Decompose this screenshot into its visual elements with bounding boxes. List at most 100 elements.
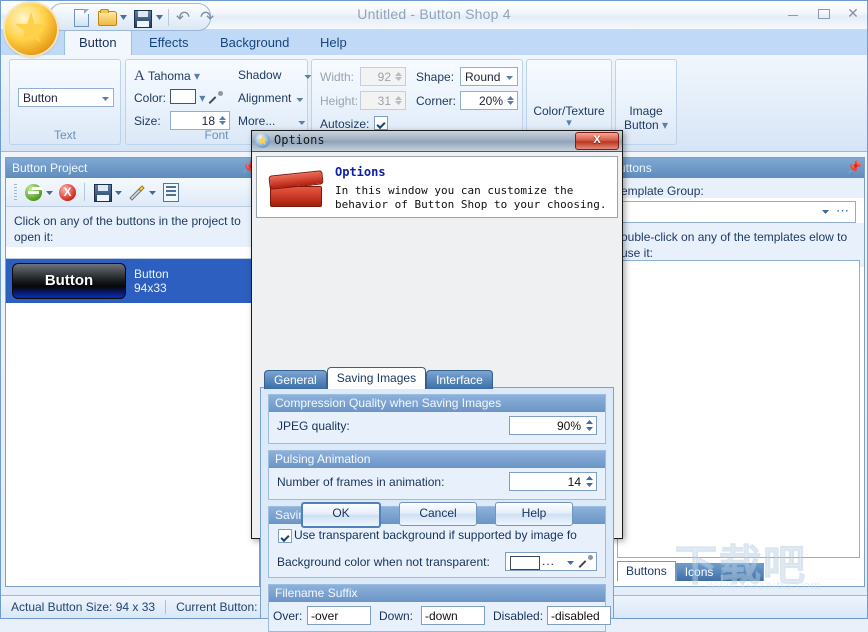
- width-spinner[interactable]: 92: [360, 67, 406, 86]
- shadow-dropdown[interactable]: Shadow: [238, 68, 312, 82]
- font-name-control[interactable]: A Tahoma ▾: [134, 68, 200, 85]
- ribbon-group-text: Button Text: [9, 59, 121, 145]
- minimize-button[interactable]: [785, 6, 801, 20]
- spinner-up-icon[interactable]: [507, 96, 514, 100]
- dialog-close-button[interactable]: X: [575, 132, 619, 150]
- save-project-icon[interactable]: [92, 182, 112, 202]
- shape-combo[interactable]: Round: [460, 67, 518, 86]
- add-dropdown-arrow-icon[interactable]: [46, 182, 54, 202]
- dialog-app-icon: [255, 133, 270, 148]
- dialog-tab-interface[interactable]: Interface: [426, 370, 493, 389]
- over-label: Over:: [273, 609, 303, 623]
- jpeg-quality-spinner[interactable]: 90%: [509, 416, 597, 435]
- tab-effects[interactable]: Effects: [135, 30, 203, 55]
- delete-button-icon[interactable]: X: [57, 182, 77, 202]
- disabled-suffix-input[interactable]: -disabled: [547, 606, 611, 625]
- dialog-tab-saving-images[interactable]: Saving Images: [326, 367, 427, 389]
- jpeg-quality-value: 90%: [556, 419, 581, 433]
- save-dropdown-arrow-icon[interactable]: [115, 182, 123, 202]
- spinner-up-icon[interactable]: [586, 420, 593, 424]
- add-button-icon[interactable]: [23, 182, 43, 202]
- width-value: 92: [377, 70, 391, 84]
- template-group-combo[interactable]: ⋯: [621, 201, 856, 223]
- shape-value: Round: [465, 70, 501, 84]
- tab-background[interactable]: Background: [206, 30, 303, 55]
- right-panel-title-bar: uttons 📌: [613, 158, 864, 178]
- application-orb-button[interactable]: [5, 3, 57, 55]
- open-folder-icon[interactable]: [98, 8, 117, 26]
- eyedropper-icon[interactable]: [209, 91, 223, 105]
- font-color-swatch-control[interactable]: ▾: [170, 89, 223, 105]
- over-suffix-input[interactable]: -over: [307, 606, 371, 625]
- maximize-button[interactable]: [815, 6, 831, 20]
- tab-icons[interactable]: Icons: [675, 563, 723, 581]
- status-actual-size: Actual Button Size: 94 x 33: [11, 600, 156, 614]
- redo-icon[interactable]: ↷: [198, 9, 216, 26]
- wand-dropdown-arrow-icon[interactable]: [149, 182, 157, 202]
- properties-list-icon[interactable]: [160, 182, 180, 202]
- template-group-label: emplate Group:: [613, 178, 864, 198]
- button-text-combo[interactable]: Button: [18, 88, 114, 107]
- toolbar-grip[interactable]: [14, 184, 17, 200]
- autosize-checkbox[interactable]: [374, 116, 388, 130]
- group-compression-quality: Compression Quality when Saving Images J…: [268, 394, 606, 444]
- open-dropdown-arrow-icon[interactable]: [120, 15, 127, 20]
- dialog-tab-general[interactable]: General: [264, 370, 327, 389]
- close-button[interactable]: ✕: [845, 6, 861, 20]
- star-icon: [14, 12, 48, 43]
- transparent-background-label: Use transparent background if supported …: [294, 528, 577, 542]
- color-swatch: [170, 89, 196, 104]
- tab-help[interactable]: Help: [306, 30, 361, 55]
- spinner-up-icon[interactable]: [219, 116, 226, 120]
- spinner-down-icon[interactable]: [586, 427, 593, 431]
- options-dialog: Options X Options In this window you can…: [251, 130, 623, 632]
- more-dropdown[interactable]: More...: [238, 114, 306, 128]
- spinner-down-icon[interactable]: [395, 77, 402, 81]
- cancel-button[interactable]: Cancel: [399, 502, 477, 526]
- height-value: 31: [377, 94, 391, 108]
- more-label: More...: [238, 114, 276, 128]
- down-suffix-input[interactable]: -down: [421, 606, 485, 625]
- height-spinner[interactable]: 31: [360, 91, 406, 110]
- button-project-list[interactable]: Button Button 94x33: [6, 258, 259, 586]
- chevron-down-icon: [506, 76, 513, 80]
- corner-spinner[interactable]: 20%: [460, 91, 518, 110]
- left-panel-title-bar: Button Project 📌: [6, 158, 259, 178]
- height-label: Height:: [320, 94, 359, 108]
- spinner-down-icon[interactable]: [586, 483, 593, 487]
- undo-icon[interactable]: ↶: [174, 9, 192, 26]
- chevron-down-icon[interactable]: [567, 561, 574, 565]
- frames-value: 14: [567, 475, 581, 489]
- color-swatch: [510, 556, 540, 570]
- image-button-button[interactable]: Image Button ▾: [615, 59, 677, 145]
- frames-spinner[interactable]: 14: [509, 472, 597, 491]
- background-color-picker[interactable]: ...: [505, 552, 597, 571]
- spinner-up-icon[interactable]: [586, 476, 593, 480]
- dialog-title: Options: [274, 133, 325, 147]
- spinner-up-icon[interactable]: [395, 72, 402, 76]
- spinner-down-icon[interactable]: [507, 101, 514, 105]
- tab-buttons[interactable]: Buttons: [617, 561, 676, 581]
- template-list[interactable]: [617, 260, 860, 558]
- alignment-dropdown[interactable]: Alignment: [238, 91, 304, 105]
- chevron-down-icon: [296, 98, 304, 102]
- pin-icon[interactable]: 📌: [847, 161, 862, 174]
- group-title-pulsing: Pulsing Animation: [269, 451, 605, 468]
- list-item-name: Button: [134, 267, 169, 281]
- save-dropdown-arrow-icon[interactable]: [156, 15, 163, 20]
- spinner-down-icon[interactable]: [219, 121, 226, 125]
- ellipsis-icon[interactable]: ⋯: [836, 203, 850, 219]
- help-button[interactable]: Help: [495, 502, 573, 526]
- tab-button[interactable]: Button: [64, 29, 132, 56]
- new-document-icon[interactable]: [72, 8, 90, 27]
- magic-wand-icon[interactable]: [126, 182, 146, 202]
- corner-label: Corner:: [416, 94, 457, 108]
- list-item[interactable]: Button Button 94x33: [6, 259, 259, 303]
- spinner-down-icon[interactable]: [395, 101, 402, 105]
- alignment-label: Alignment: [238, 91, 292, 105]
- save-floppy-icon[interactable]: [134, 8, 152, 28]
- ok-button[interactable]: OK: [301, 502, 381, 528]
- eyedropper-icon[interactable]: [579, 555, 593, 569]
- transparent-background-checkbox[interactable]: [278, 529, 292, 543]
- spinner-up-icon[interactable]: [395, 96, 402, 100]
